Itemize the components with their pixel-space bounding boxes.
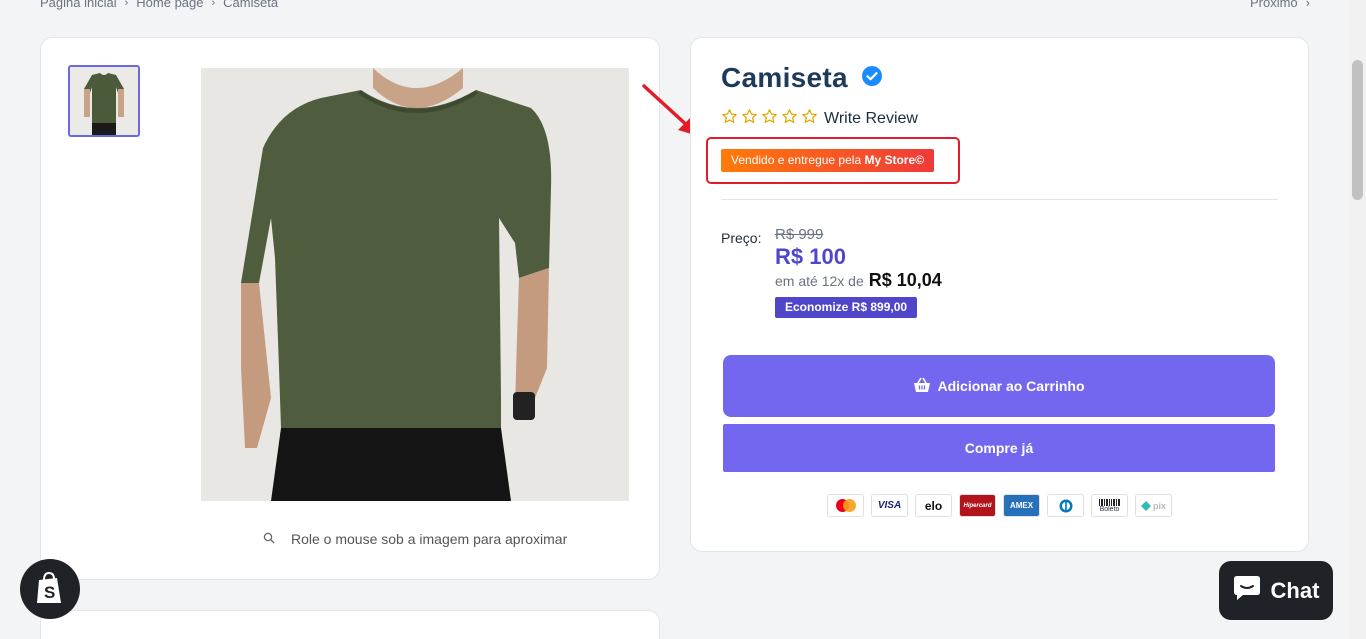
chevron-right-icon: › (124, 0, 129, 9)
pix-icon-text: pix (1152, 500, 1166, 511)
installment-prefix: em até 12x de (775, 273, 864, 289)
breadcrumb-home[interactable]: Página inicial (40, 0, 117, 10)
amex-icon-text: AMEX (1009, 501, 1034, 510)
product-title: Camiseta (721, 62, 848, 93)
payment-methods: VISA elo Hipercard AMEX Boleto pix (827, 494, 1172, 517)
diners-icon (1047, 494, 1084, 517)
zoom-hint: Role o mouse sob a imagem para aproximar (263, 531, 567, 547)
seller-prefix: Vendido e entregue pela (731, 153, 862, 167)
visa-icon-text: VISA (877, 500, 902, 511)
title-row: Camiseta (721, 62, 882, 94)
page-scrollbar[interactable] (1349, 0, 1366, 639)
visa-icon: VISA (871, 494, 908, 517)
savings-badge: Economize R$ 899,00 (775, 297, 918, 318)
chevron-right-icon: › (211, 0, 216, 9)
rating-row[interactable]: Write Review (721, 108, 918, 130)
breadcrumb-current: Camiseta (223, 0, 279, 10)
product-main-image[interactable] (201, 68, 629, 501)
seller-badge: Vendido e entregue pela My Store© (721, 149, 934, 172)
hipercard-icon: Hipercard (959, 494, 996, 517)
chat-button[interactable]: Chat (1219, 561, 1333, 620)
scrollbar-thumb[interactable] (1352, 60, 1363, 200)
write-review-link[interactable]: Write Review (824, 110, 918, 128)
buy-now-label: Compre já (964, 440, 1034, 456)
zoom-hint-text: Role o mouse sob a imagem para aproximar (291, 531, 568, 547)
product-thumbnail[interactable] (68, 65, 140, 137)
next-product-label: Próximo (1249, 0, 1298, 10)
tshirt-thumbnail-image (70, 67, 138, 135)
svg-text:S: S (44, 583, 55, 602)
old-price: R$ 999 (775, 226, 824, 243)
installment-amount: R$ 10,04 (868, 270, 942, 290)
star-outline-icon (781, 108, 798, 130)
mastercard-icon (827, 494, 864, 517)
breadcrumb: Página inicial › Home page › Camiseta (40, 0, 278, 10)
star-outline-icon (761, 108, 778, 130)
product-gallery: Role o mouse sob a imagem para aproximar (40, 37, 660, 580)
basket-icon (913, 377, 931, 396)
tshirt-photo (201, 68, 629, 501)
star-outline-icon (801, 108, 818, 130)
seller-store-name: My Store© (864, 153, 924, 167)
elo-icon: elo (915, 494, 952, 517)
amex-icon: AMEX (1003, 494, 1040, 517)
boleto-icon: Boleto (1091, 494, 1128, 517)
chat-bubble-icon (1233, 575, 1261, 607)
breadcrumb-collection[interactable]: Home page (136, 0, 203, 10)
elo-icon-text: elo (924, 498, 943, 513)
product-info: Camiseta Write Review Vendido e entregue… (690, 37, 1309, 552)
star-outline-icon (741, 108, 758, 130)
installment-info: em até 12x de R$ 10,04 (775, 270, 942, 291)
add-to-cart-button[interactable]: Adicionar ao Carrinho (723, 355, 1275, 417)
add-to-cart-label: Adicionar ao Carrinho (937, 378, 1085, 394)
product-details-card (40, 610, 660, 639)
price-label: Preço: (721, 230, 762, 246)
hipercard-icon-text: Hipercard (963, 502, 992, 509)
buy-now-button[interactable]: Compre já (723, 424, 1275, 472)
current-price: R$ 100 (775, 244, 846, 269)
shopify-bag-icon[interactable]: S (20, 559, 80, 619)
pix-icon: pix (1135, 494, 1172, 517)
star-outline-icon (721, 108, 738, 130)
next-product-link[interactable]: Próximo › (1250, 0, 1310, 10)
verified-check-icon (861, 65, 882, 91)
chat-label: Chat (1270, 577, 1320, 603)
boleto-icon-text: Boleto (1099, 505, 1120, 513)
divider (721, 199, 1278, 200)
chevron-right-icon: › (1305, 0, 1310, 10)
search-icon (263, 531, 275, 547)
